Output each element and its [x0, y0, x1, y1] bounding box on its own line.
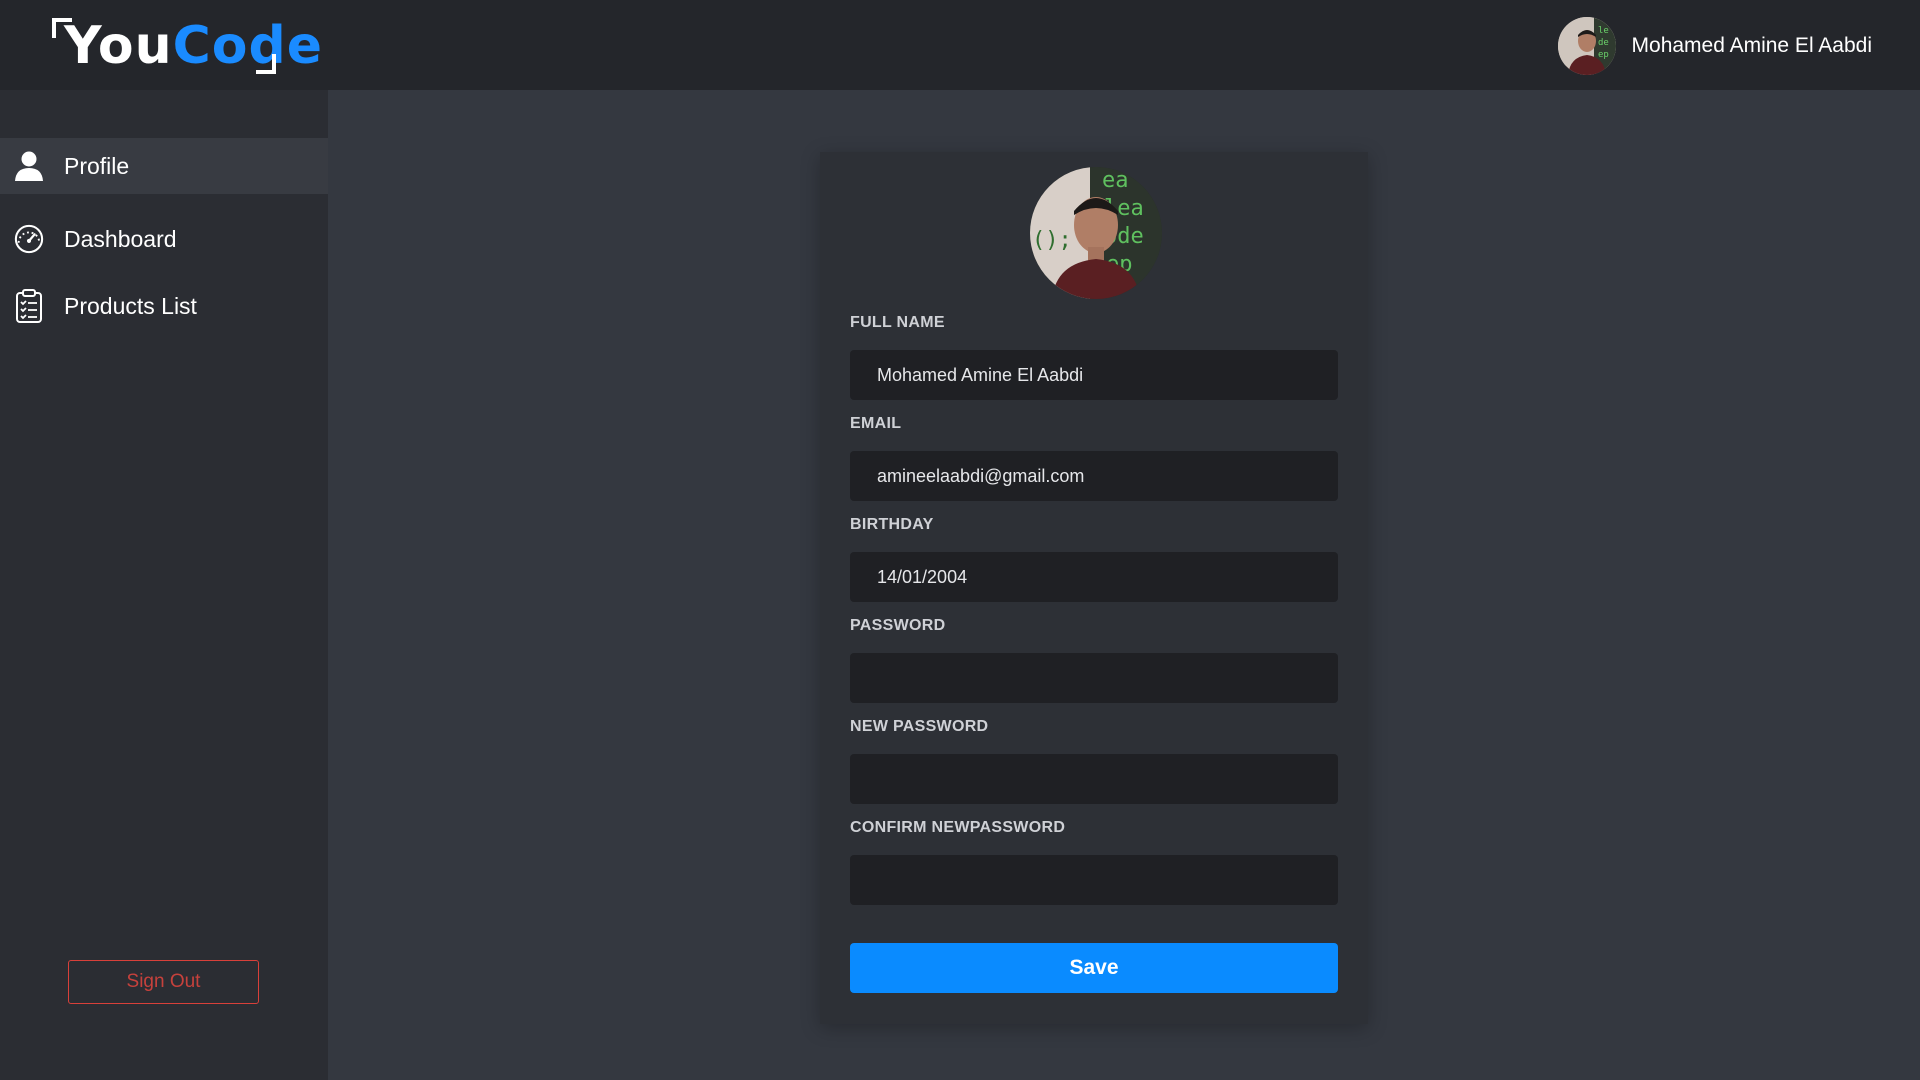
- user-menu[interactable]: le de ep Mohamed Amine El Aabdi: [1557, 17, 1872, 75]
- sidebar: Profile Dashboard Products List Sign Out: [0, 90, 328, 1080]
- youcode-logo[interactable]: YouCode: [52, 16, 322, 76]
- birthday-label: BIRTHDAY: [850, 516, 934, 533]
- speedometer-icon: [14, 223, 44, 255]
- sidebar-item-products-list[interactable]: Products List: [0, 278, 328, 334]
- logo-text: YouCode: [64, 16, 323, 76]
- email-label: EMAIL: [850, 415, 902, 432]
- clipboard-list-icon: [14, 289, 44, 323]
- new-password-input[interactable]: [850, 754, 1338, 804]
- save-button[interactable]: Save: [850, 943, 1338, 993]
- avatar-photo-icon: le de ep: [1557, 17, 1616, 75]
- confirm-new-password-input[interactable]: [850, 855, 1338, 905]
- sidebar-item-dashboard[interactable]: Dashboard: [0, 211, 328, 267]
- person-icon: [14, 150, 44, 182]
- full-name-input[interactable]: [850, 350, 1338, 400]
- sidebar-item-label: Profile: [64, 152, 130, 179]
- svg-text:ea: ea: [1102, 168, 1129, 193]
- svg-text:ep: ep: [1598, 50, 1609, 60]
- new-password-label: NEW PASSWORD: [850, 718, 989, 735]
- sidebar-item-profile[interactable]: Profile: [0, 138, 328, 194]
- sidebar-item-label: Products List: [64, 292, 197, 319]
- full-name-label: FULL NAME: [850, 314, 945, 331]
- birthday-input[interactable]: [850, 552, 1338, 602]
- header-user-name[interactable]: Mohamed Amine El Aabdi: [1632, 34, 1872, 58]
- sign-out-button[interactable]: Sign Out: [68, 960, 259, 1004]
- logo-code: Code: [172, 16, 324, 76]
- svg-text:de: de: [1598, 38, 1609, 48]
- logo-you: You: [64, 16, 173, 76]
- profile-card: ea lea ode ep (); FULL NAME EMAIL BIRTHD…: [820, 152, 1368, 1024]
- logo-bracket-bottom-right: [256, 54, 276, 74]
- email-input[interactable]: [850, 451, 1338, 501]
- svg-text:();: ();: [1032, 228, 1072, 253]
- sidebar-item-label: Dashboard: [64, 225, 177, 252]
- password-input[interactable]: [850, 653, 1338, 703]
- password-label: PASSWORD: [850, 617, 946, 634]
- confirm-new-password-label: CONFIRM NEWPASSWORD: [850, 819, 1066, 836]
- svg-text:le: le: [1598, 26, 1609, 36]
- top-bar: YouCode le de ep Mohamed Amine El Aabdi: [0, 0, 1920, 90]
- avatar-photo-icon: ea lea ode ep ();: [1030, 167, 1162, 299]
- profile-avatar[interactable]: ea lea ode ep ();: [1030, 167, 1162, 299]
- avatar[interactable]: le de ep: [1557, 17, 1616, 75]
